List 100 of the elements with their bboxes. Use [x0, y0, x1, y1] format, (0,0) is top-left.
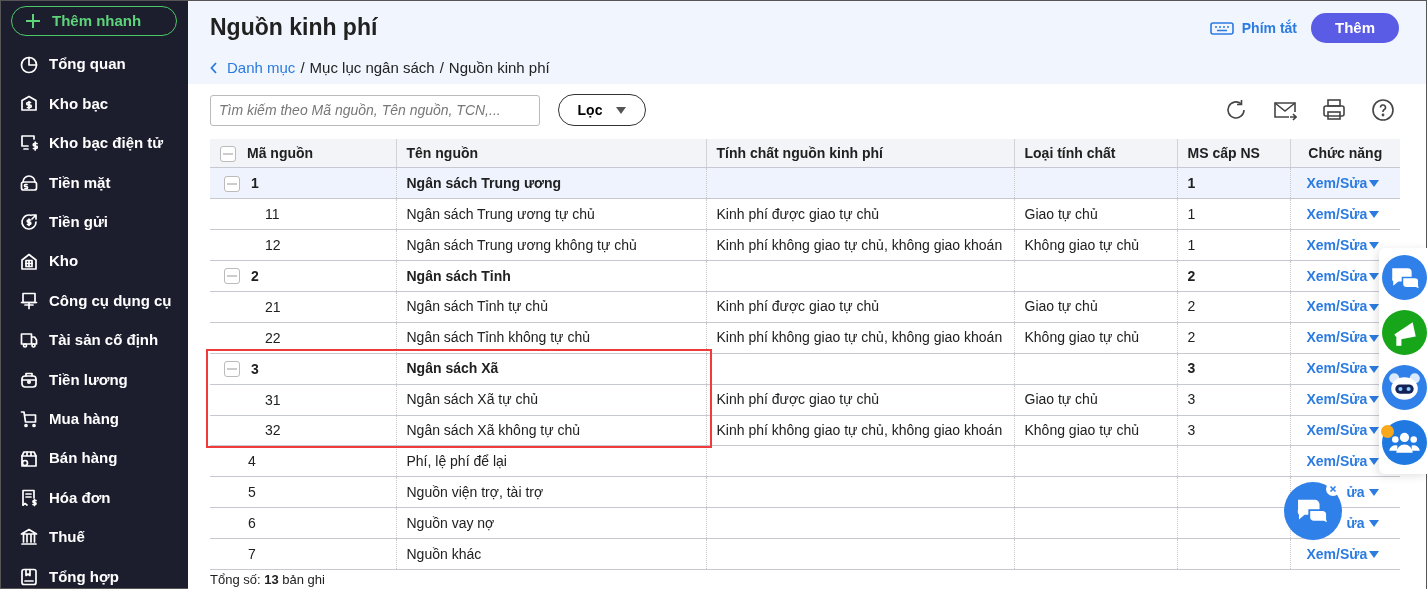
expand-toggle[interactable]: [224, 268, 240, 285]
table-cell-text: 22: [265, 328, 281, 348]
view-edit-link[interactable]: Xem/Sửa: [1306, 329, 1368, 346]
sidebar-item[interactable]: Bán hàng: [11, 438, 178, 479]
table-cell: Ngân sách Xã không tự chủ: [406, 422, 581, 438]
table-cell-text: 2: [251, 266, 259, 286]
table-cell: Ngân sách Xã: [406, 360, 499, 377]
sidebar-item[interactable]: Hóa đơn: [11, 478, 178, 518]
view-edit-link[interactable]: Xem/Sửa: [1306, 267, 1368, 284]
caret-icon: [616, 106, 627, 114]
view-edit-link[interactable]: Xem/Sửa: [1306, 545, 1368, 562]
sidebar-item[interactable]: Kho: [11, 241, 178, 282]
plus-icon: [26, 14, 40, 28]
table-cell-text: 32: [265, 421, 281, 441]
view-edit-link[interactable]: Xem/Sửa: [1306, 205, 1368, 222]
table-cell: Kinh phí không giao tự chủ, không giao khoán: [716, 236, 1003, 253]
table-cell: 1: [1187, 174, 1196, 191]
column-header: Loại tính chất: [1024, 144, 1116, 164]
breadcrumb-item: Nguồn kinh phí: [448, 58, 550, 78]
back-icon[interactable]: [210, 62, 218, 75]
tool-icon: [20, 292, 38, 311]
record-count: Tổng số: 13 bản ghi: [209, 571, 326, 589]
sidebar-item[interactable]: Công cụ dụng cụ: [11, 281, 178, 321]
caret-icon[interactable]: [1368, 180, 1379, 189]
table-cell: Ngân sách Tỉnh không tự chủ: [406, 329, 590, 346]
people-icon[interactable]: [1382, 420, 1427, 465]
keyboard-icon: [1209, 21, 1234, 35]
table-cell-text: 1: [251, 174, 259, 194]
table-row[interactable]: 7 Nguồn khác Xem/Sửa: [210, 538, 1400, 570]
expand-toggle[interactable]: [224, 175, 240, 192]
sidebar-item[interactable]: Tổng quan: [11, 45, 178, 85]
table-row[interactable]: 11 Ngân sách Trung ương tự chủ Kinh phí được giao tự chủ Giao tự chủ 1 Xem/Sửa: [210, 198, 1400, 230]
table-cell: Ngân sách Trung ương không tự chủ: [406, 236, 637, 253]
table-row[interactable]: 1 Ngân sách Trung ương 1 Xem/Sửa: [210, 167, 1400, 199]
column-header: Tính chất nguồn kinh phí: [716, 144, 883, 164]
caret-icon[interactable]: [1368, 550, 1379, 559]
robot-icon[interactable]: [1382, 365, 1427, 410]
view-edit-link[interactable]: Xem/Sửa: [1306, 391, 1368, 408]
caret-icon[interactable]: [1368, 519, 1379, 528]
table-cell: 1: [1187, 205, 1196, 222]
table-cell: Kinh phí được giao tự chủ: [716, 298, 880, 315]
sidebar-item[interactable]: Tài sản cố định: [11, 320, 178, 361]
column-header: Mã nguồn: [247, 144, 314, 164]
printer-icon[interactable]: [1322, 98, 1346, 123]
search-field[interactable]: Tìm kiếm theo Mã nguồn, Tên nguồn, TCN,...: [210, 94, 540, 126]
sidebar-item[interactable]: Tiền mặt: [11, 163, 178, 203]
megaphone-icon[interactable]: [1382, 310, 1427, 355]
breadcrumb-link[interactable]: Danh mục: [227, 57, 296, 80]
book-icon: [20, 567, 38, 586]
table-cell: Nguồn vay nợ: [406, 514, 495, 531]
sidebar-item[interactable]: Mua hàng: [11, 399, 178, 439]
chat-icon[interactable]: [1382, 255, 1427, 300]
view-edit-link[interactable]: ửa: [1346, 514, 1365, 531]
monitor-dollar-icon: [20, 134, 38, 153]
add-button[interactable]: Thêm: [1311, 13, 1399, 43]
page-title: Nguồn kinh phí: [210, 14, 378, 42]
table-cell: Không giao tự chủ: [1024, 329, 1139, 346]
caret-icon[interactable]: [1368, 396, 1379, 405]
table-cell: Giao tự chủ: [1024, 205, 1098, 222]
breadcrumb-separator: /: [439, 58, 444, 78]
caret-icon[interactable]: [1368, 211, 1379, 220]
breadcrumb-item: Mục lục ngân sách: [309, 58, 435, 78]
help-icon[interactable]: [1371, 98, 1395, 123]
expand-toggle[interactable]: [220, 145, 236, 162]
caret-icon[interactable]: [1368, 489, 1379, 498]
caret-icon[interactable]: [1368, 427, 1379, 436]
view-edit-link[interactable]: Xem/Sửa: [1306, 236, 1368, 253]
close-icon[interactable]: [1326, 482, 1340, 496]
chat-bubble-icon[interactable]: [1284, 482, 1342, 540]
table-cell-text: 3: [251, 359, 259, 379]
shortcut-link[interactable]: Phím tắt: [1209, 17, 1297, 39]
table-cell: Ngân sách Trung ương: [406, 174, 562, 191]
view-edit-link[interactable]: Xem/Sửa: [1306, 298, 1368, 315]
house-icon: [20, 252, 38, 271]
filter-button[interactable]: Lọc: [558, 94, 646, 127]
sidebar-item[interactable]: Kho bạc điện tử: [11, 123, 178, 164]
table-cell: Ngân sách Tỉnh: [406, 267, 511, 284]
view-edit-link[interactable]: ửa: [1346, 483, 1365, 500]
view-edit-link[interactable]: Xem/Sửa: [1306, 452, 1368, 469]
table-cell-text: 21: [265, 297, 281, 317]
caret-icon[interactable]: [1368, 303, 1379, 312]
sidebar-item[interactable]: Thuế: [11, 517, 178, 558]
view-edit-link[interactable]: Xem/Sửa: [1306, 422, 1368, 438]
receipt-icon: [20, 489, 38, 507]
caret-icon[interactable]: [1368, 365, 1379, 374]
caret-icon[interactable]: [1368, 272, 1379, 281]
table-cell-text: 11: [265, 205, 280, 225]
caret-icon[interactable]: [1368, 334, 1379, 343]
sidebar-item[interactable]: Tổng hợp: [11, 557, 178, 589]
caret-icon[interactable]: [1368, 241, 1379, 250]
sidebar-item[interactable]: Tiền gửi: [11, 202, 178, 242]
sidebar-item[interactable]: Kho bạc: [11, 84, 178, 124]
expand-toggle[interactable]: [224, 361, 240, 378]
sidebar-item[interactable]: Tiền lương: [11, 360, 178, 400]
table-cell: 2: [1187, 329, 1196, 346]
table-cell: Kinh phí được giao tự chủ: [716, 391, 880, 408]
breadcrumb-separator: /: [300, 58, 305, 78]
caret-icon[interactable]: [1368, 458, 1379, 467]
table-cell-text: 5: [248, 483, 256, 503]
view-edit-link[interactable]: Xem/Sửa: [1306, 360, 1368, 377]
